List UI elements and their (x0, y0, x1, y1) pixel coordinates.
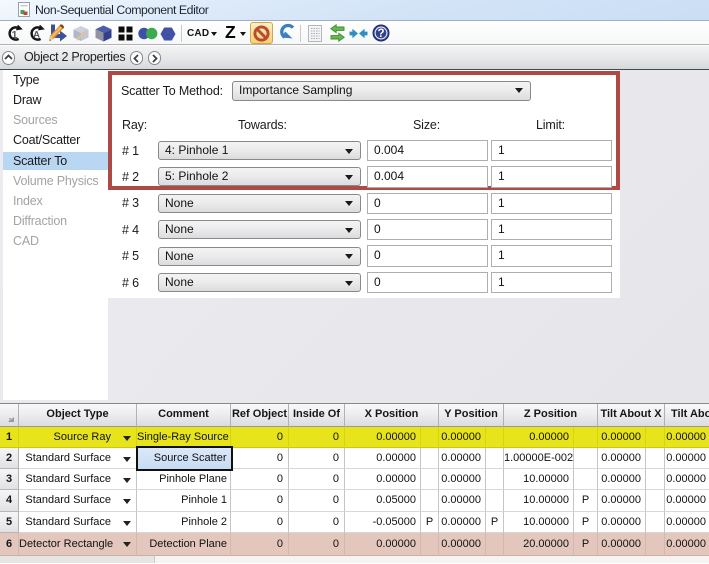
svg-text:?: ? (377, 28, 384, 40)
svg-text:1: 1 (12, 29, 18, 41)
svg-text:A: A (33, 30, 40, 41)
